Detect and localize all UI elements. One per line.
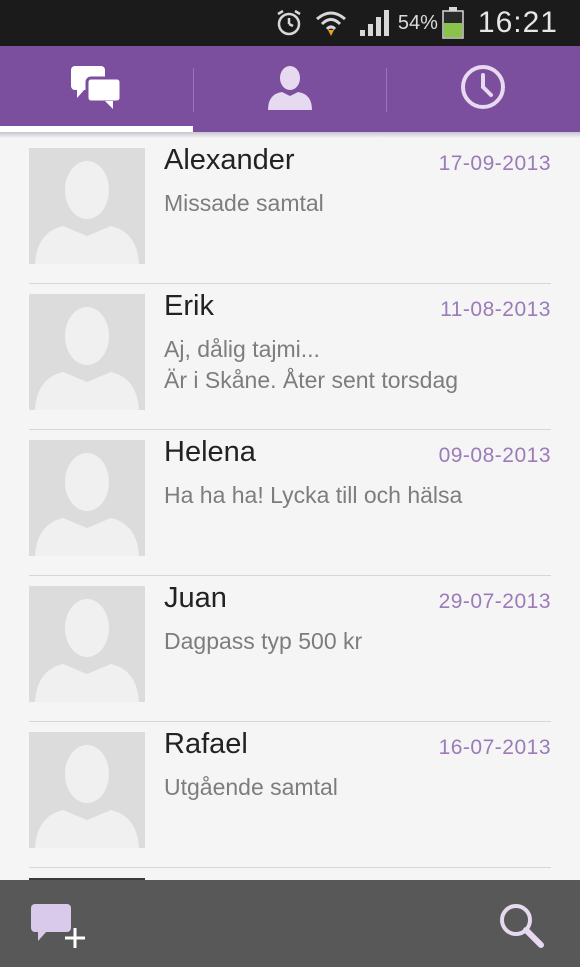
conversation-row[interactable]: Helena 09-08-2013 Ha ha ha! Lycka till o… <box>0 430 580 576</box>
avatar <box>29 440 145 556</box>
conversation-row-partial[interactable] <box>0 868 580 880</box>
conversation-row[interactable]: Rafael 16-07-2013 Utgående samtal <box>0 722 580 868</box>
tab-chats[interactable] <box>0 46 194 132</box>
message-date: 16-07-2013 <box>438 736 551 759</box>
avatar <box>29 732 145 848</box>
message-date: 11-08-2013 <box>440 298 551 321</box>
clock: 16:21 <box>477 6 558 39</box>
contact-name: Helena <box>164 436 256 468</box>
preview-line: Ha ha ha! Lycka till och hälsa <box>164 482 463 508</box>
message-preview: Dagpass typ 500 kr <box>164 626 362 657</box>
contact-name: Juan <box>164 582 227 614</box>
message-date: 09-08-2013 <box>438 444 551 467</box>
bottom-action-bar <box>0 880 580 967</box>
message-preview: Aj, dålig tajmi... Är i Skåne. Åter sent… <box>164 334 458 396</box>
message-preview: Utgående samtal <box>164 772 338 803</box>
contact-name: Alexander <box>164 144 295 176</box>
status-bar: 54% 16:21 <box>0 0 580 46</box>
preview-line: Är i Skåne. Åter sent torsdag <box>164 367 459 393</box>
tab-divider <box>193 68 194 112</box>
contact-name: Erik <box>164 290 214 322</box>
preview-line: Missade samtal <box>164 190 324 216</box>
message-preview: Ha ha ha! Lycka till och hälsa <box>164 480 462 511</box>
tab-recent[interactable] <box>387 46 580 132</box>
avatar <box>29 586 145 702</box>
search-button[interactable] <box>496 900 546 950</box>
conversation-row[interactable]: Erik 11-08-2013 Aj, dålig tajmi... Är i … <box>0 284 580 430</box>
preview-line: Utgående samtal <box>164 774 338 800</box>
tab-bar <box>0 46 580 132</box>
conversation-row[interactable]: Juan 29-07-2013 Dagpass typ 500 kr <box>0 576 580 722</box>
message-date: 17-09-2013 <box>438 152 551 175</box>
preview-line: Aj, dålig tajmi... <box>164 336 320 362</box>
wifi-icon <box>314 8 348 38</box>
signal-icon <box>358 8 392 38</box>
message-date: 29-07-2013 <box>438 590 551 613</box>
chat-bubbles-icon <box>69 64 125 115</box>
avatar <box>29 294 145 410</box>
battery-percent: 54% <box>397 11 438 34</box>
conversation-row[interactable]: Alexander 17-09-2013 Missade samtal <box>0 138 580 284</box>
message-preview: Missade samtal <box>164 188 324 219</box>
new-message-icon <box>28 904 90 954</box>
tab-divider <box>386 68 387 112</box>
person-icon <box>265 64 315 115</box>
tab-contacts[interactable] <box>193 46 386 132</box>
preview-line: Dagpass typ 500 kr <box>164 628 363 654</box>
clock-icon <box>459 63 507 116</box>
new-message-button[interactable] <box>28 900 90 950</box>
alarm-icon <box>274 8 304 38</box>
conversation-list[interactable]: Alexander 17-09-2013 Missade samtal Erik… <box>0 138 580 880</box>
battery-icon <box>442 7 464 39</box>
contact-name: Rafael <box>164 728 248 760</box>
avatar <box>29 148 145 264</box>
search-icon <box>496 904 546 954</box>
